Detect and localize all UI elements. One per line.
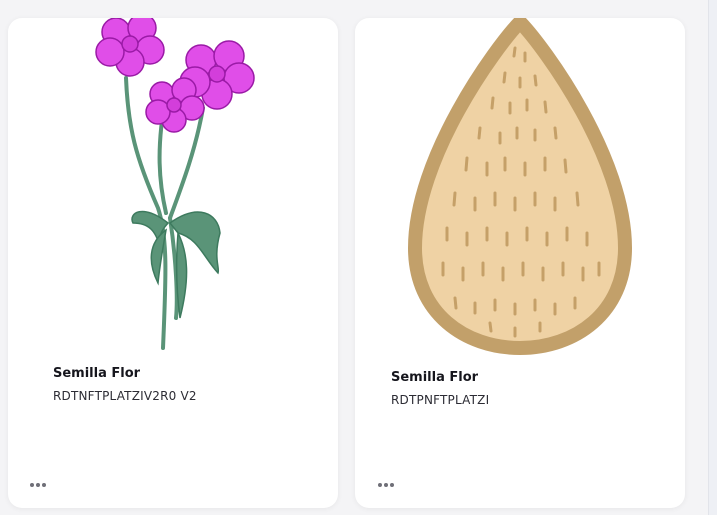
more-horizontal-icon[interactable] bbox=[376, 478, 400, 492]
more-horizontal-icon[interactable] bbox=[28, 478, 52, 492]
nft-card[interactable]: Semilla Flor RDTNFTPLATZIV2R0 V2 bbox=[8, 18, 338, 508]
flower-illustration bbox=[95, 18, 255, 350]
card-title: Semilla Flor bbox=[53, 366, 141, 381]
card-subtitle: RDTPNFTPLATZI bbox=[391, 393, 490, 407]
nft-card[interactable]: Semilla Flor RDTPNFTPLATZI bbox=[355, 18, 685, 508]
seed-illustration bbox=[408, 18, 632, 355]
nft-gallery: Semilla Flor RDTNFTPLATZIV2R0 V2 Semilla… bbox=[0, 0, 717, 515]
card-title: Semilla Flor bbox=[391, 370, 479, 385]
card-subtitle: RDTNFTPLATZIV2R0 V2 bbox=[53, 389, 197, 403]
vertical-scrollbar[interactable] bbox=[708, 0, 717, 515]
